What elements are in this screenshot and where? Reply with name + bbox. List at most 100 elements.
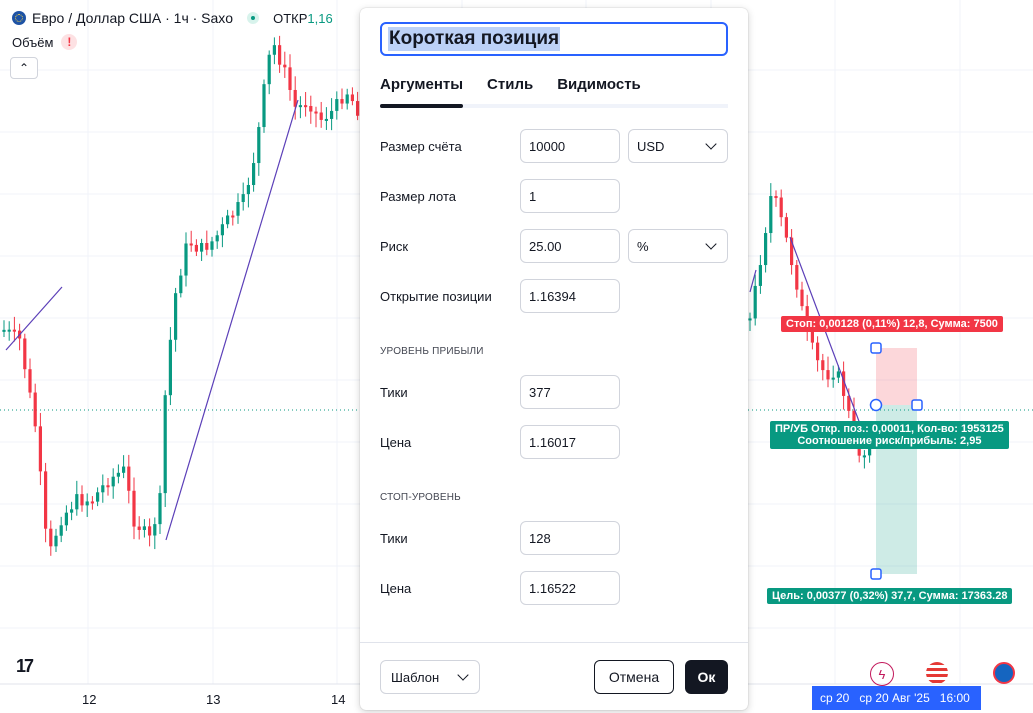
profit-ticks-input[interactable]: 377 (520, 375, 620, 409)
open-value: 1,16 (307, 10, 333, 26)
short-position-settings-dialog: Короткая позиция Аргументы Стиль Видимос… (360, 8, 748, 710)
trend-line-mid (165, 99, 299, 541)
candle-body (862, 455, 866, 458)
candle-body (304, 105, 308, 108)
chevron-down-icon (457, 669, 469, 681)
candle-body (122, 466, 126, 473)
candle-body (831, 377, 835, 380)
candle-body (324, 118, 328, 121)
template-label: Шаблон (391, 669, 440, 685)
candle-body (309, 106, 313, 112)
candle-body (836, 371, 840, 378)
candle-body (184, 243, 188, 276)
candle-body (127, 466, 131, 491)
account-size-input[interactable]: 10000 (520, 129, 620, 163)
pnl-line-2: Соотношение риск/прибыль: 2,95 (797, 435, 982, 447)
candle-body (758, 265, 762, 286)
candle-body (179, 275, 183, 294)
stop-price-input[interactable]: 1.16522 (520, 571, 620, 605)
candle-body (795, 265, 799, 290)
candle-body (267, 54, 271, 85)
lightning-icon[interactable]: ϟ (870, 662, 894, 686)
candle-body (205, 243, 209, 250)
candle-body (753, 285, 757, 319)
tab-style[interactable]: Стиль (487, 76, 533, 104)
candle-body (111, 476, 115, 487)
crosshair-time: 16:00 (939, 691, 970, 705)
candle-body (220, 224, 224, 236)
globe-icon[interactable] (993, 662, 1015, 684)
candle-body (163, 395, 167, 494)
x-tick-13: 13 (206, 692, 221, 707)
chevron-down-icon (705, 238, 717, 250)
candle-body (231, 215, 235, 218)
candle-body (246, 185, 250, 195)
symbol-legend[interactable]: Евро / Доллар США · 1ч · Saxo ОТКР1,16 (12, 10, 333, 26)
candle-body (774, 196, 778, 199)
x-tick-12: 12 (82, 692, 97, 707)
candle-body (252, 163, 256, 186)
entry-price-input[interactable]: 1.16394 (520, 279, 620, 313)
candle-body (158, 493, 162, 525)
profit-price-input[interactable]: 1.16017 (520, 425, 620, 459)
candle-body (142, 526, 146, 530)
candle-body (80, 494, 84, 506)
tradingview-logo[interactable]: 17 (16, 656, 34, 677)
crosshair-date-short: ср 20 (820, 691, 850, 705)
entry-handle[interactable] (869, 398, 883, 412)
risk-unit-select[interactable]: % (628, 229, 728, 263)
template-select[interactable]: Шаблон (380, 660, 480, 694)
tab-visibility[interactable]: Видимость (557, 76, 641, 104)
risk-input[interactable]: 25.00 (520, 229, 620, 263)
cancel-button[interactable]: Отмена (594, 660, 674, 694)
crosshair-time-label: ср 20 ср 20 Авг '25 16:00 (812, 686, 981, 710)
candle-body (288, 67, 292, 90)
candle-body (226, 215, 230, 225)
entry-price-label: Открытие позиции (380, 289, 492, 304)
collapse-legend-button[interactable]: ⌃ (10, 57, 38, 79)
width-handle[interactable] (911, 399, 923, 411)
market-status-icon[interactable] (247, 12, 260, 24)
target-handle[interactable] (870, 568, 882, 580)
candle-body (298, 105, 302, 108)
tab-arguments[interactable]: Аргументы (380, 76, 464, 108)
us-flag-icon[interactable] (926, 662, 948, 684)
footer-divider (360, 642, 748, 643)
warning-icon[interactable]: ! (61, 34, 78, 50)
candle-body (236, 202, 240, 216)
stop-ticks-input[interactable]: 128 (520, 521, 620, 555)
candle-body (335, 99, 339, 111)
candle-body (779, 197, 783, 218)
account-size-label: Размер счёта (380, 139, 462, 154)
candle-body (153, 524, 157, 536)
stop-handle[interactable] (870, 342, 882, 354)
target-label: Цель: 0,00377 (0,32%) 37,7, Сумма: 17363… (767, 588, 1013, 604)
x-tick-14: 14 (331, 692, 346, 707)
candle-body (278, 45, 282, 65)
currency-select[interactable]: USD (628, 129, 728, 163)
stop-level-section: СТОП-УРОВЕНЬ (380, 492, 461, 503)
candle-body (200, 243, 204, 252)
candle-body (784, 217, 788, 238)
candle-body (33, 392, 37, 427)
candle-body (210, 241, 214, 250)
open-label: ОТКР (273, 10, 308, 26)
candle-body (283, 64, 287, 68)
candle-body (101, 485, 105, 493)
candle-body (148, 526, 152, 536)
candle-body (340, 99, 344, 104)
dialog-title-input[interactable]: Короткая позиция (380, 22, 728, 56)
lot-size-input[interactable]: 1 (520, 179, 620, 213)
volume-legend[interactable]: Объём ! (12, 34, 78, 50)
candle-body (54, 535, 58, 547)
currency-value: USD (637, 138, 665, 154)
candle-body (59, 525, 63, 536)
ok-button[interactable]: Ок (685, 660, 728, 694)
chevron-up-icon: ⌃ (18, 61, 30, 75)
stop-price-label: Цена (380, 581, 412, 596)
candle-body (319, 112, 323, 120)
candle-body (75, 494, 79, 510)
candle-body (356, 101, 360, 116)
candle-body (241, 194, 245, 203)
candle-body (70, 509, 74, 513)
